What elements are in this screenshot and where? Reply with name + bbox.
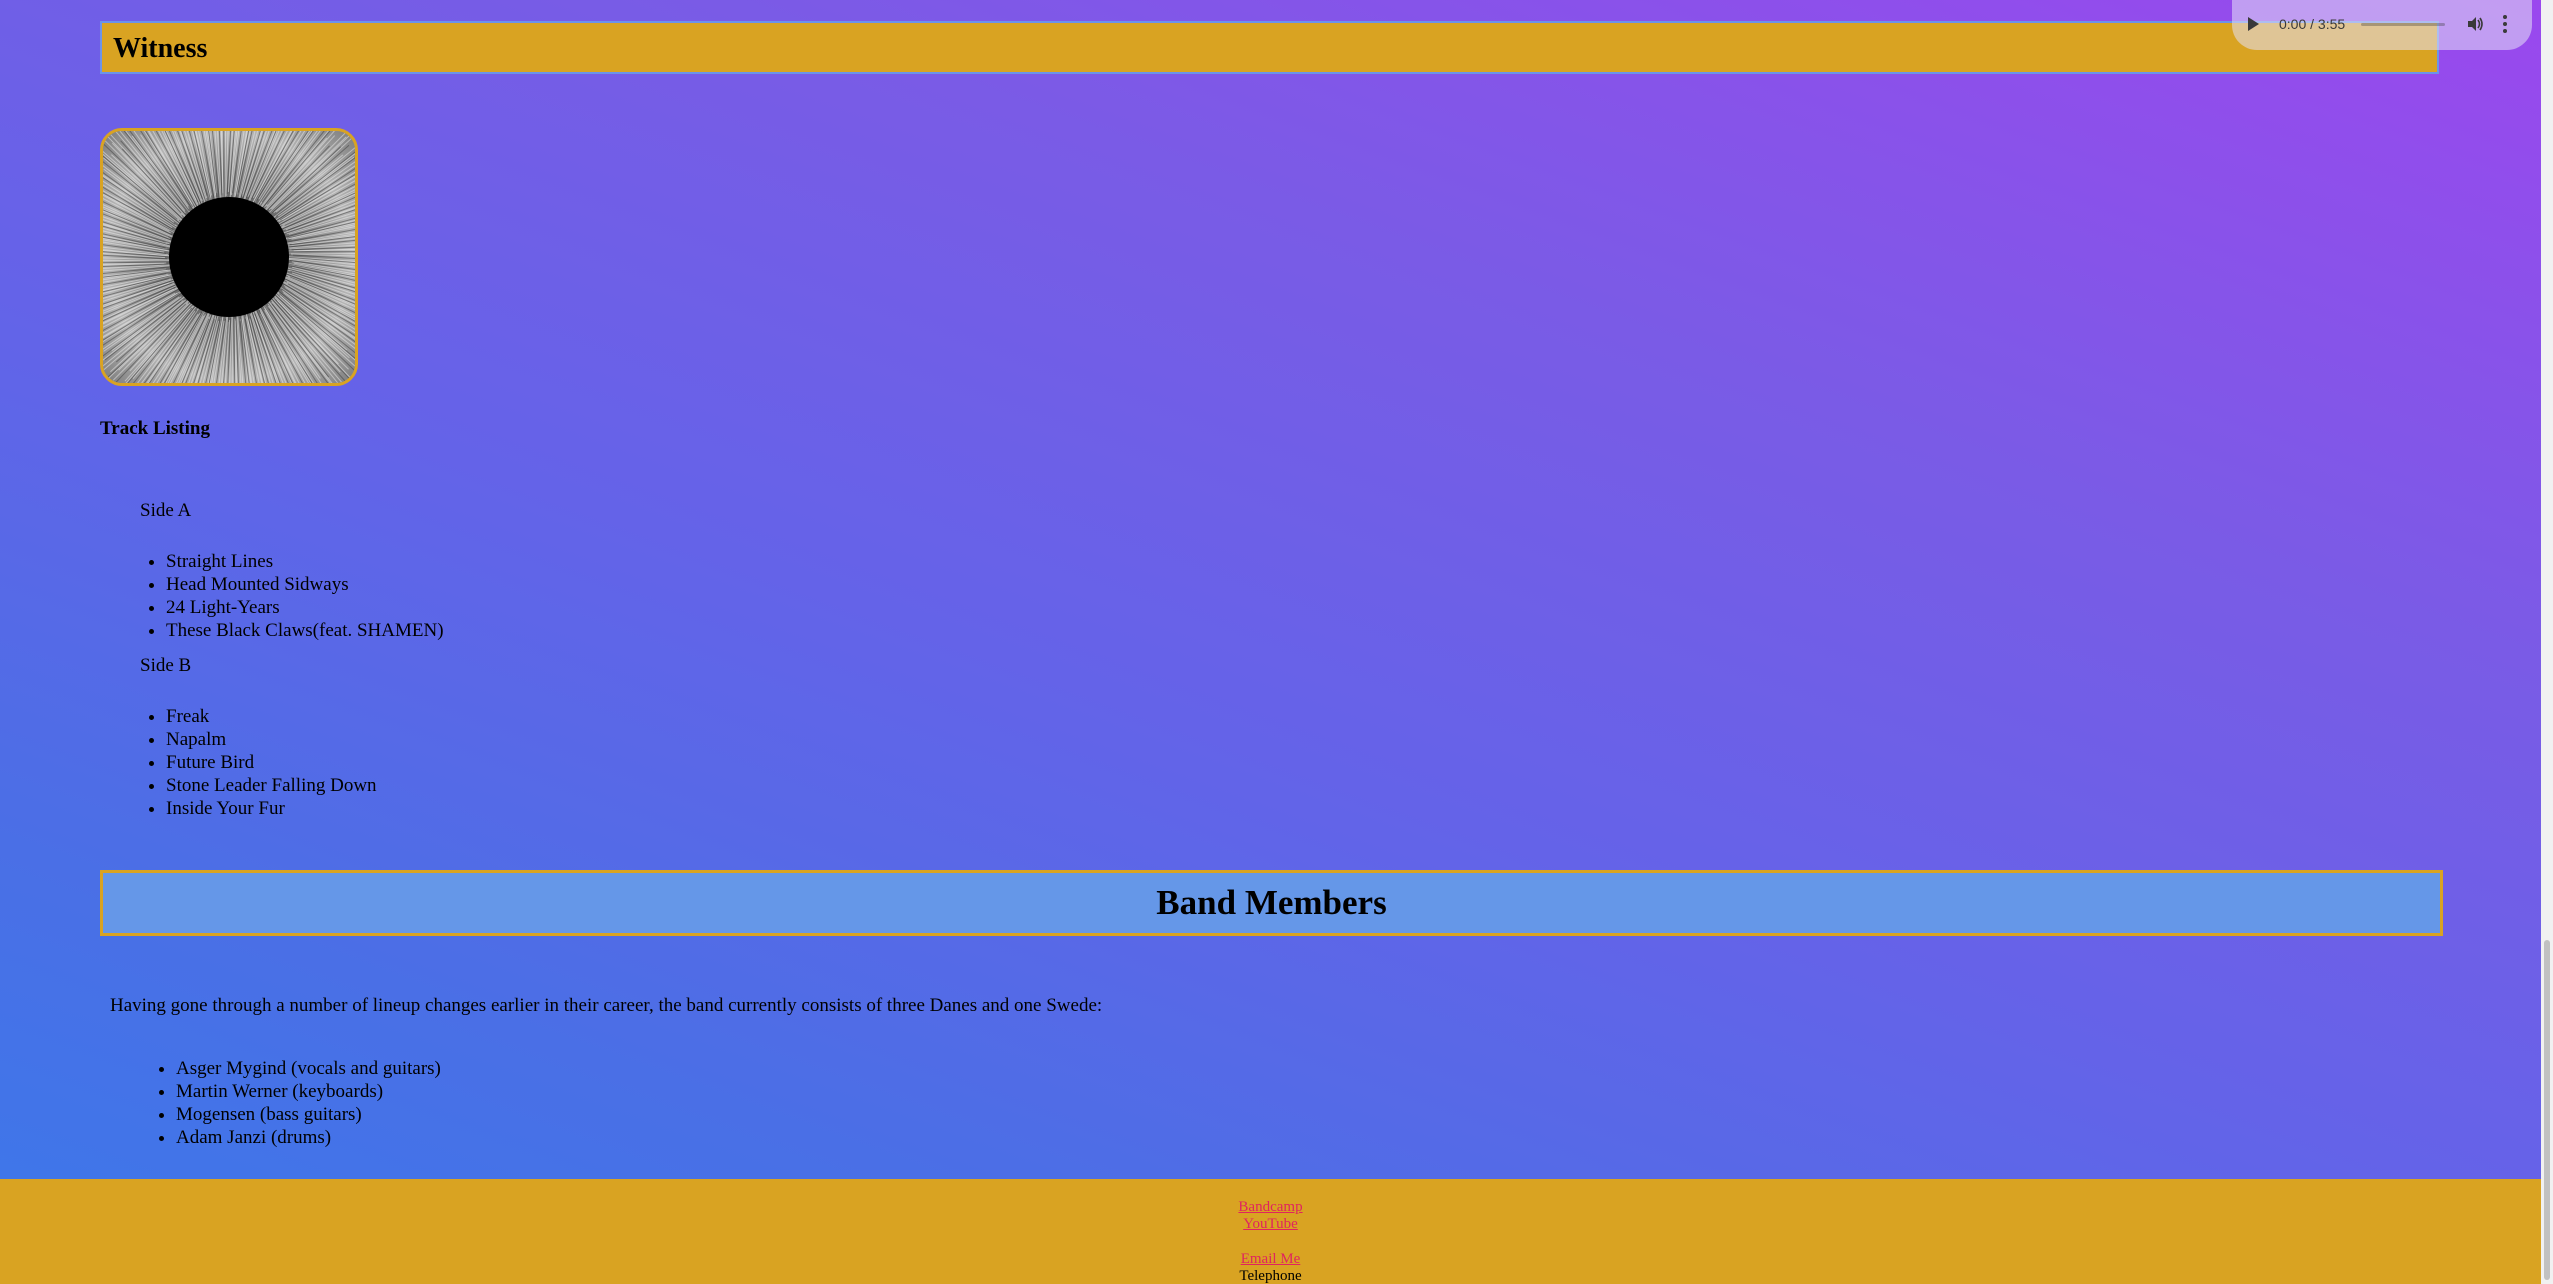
band-member-list: Asger Mygind (vocals and guitars) Martin… <box>150 1057 441 1149</box>
album-title-bar: Witness <box>100 21 2439 74</box>
footer-contact: Email Me Telephone <box>0 1251 2541 1284</box>
side-a-track-list: Straight Lines Head Mounted Sidways 24 L… <box>140 550 444 642</box>
track-item: These Black Claws(feat. SHAMEN) <box>166 619 444 642</box>
scrollbar-thumb[interactable] <box>2544 940 2550 1280</box>
member-item: Adam Janzi (drums) <box>176 1126 441 1149</box>
band-members-heading: Band Members <box>1156 883 1387 922</box>
audio-player: 0:00 / 3:55 <box>2232 0 2532 50</box>
audio-progress-bar[interactable] <box>2361 23 2445 26</box>
footer-links: Bandcamp YouTube <box>0 1179 2541 1233</box>
track-item: Inside Your Fur <box>166 797 377 820</box>
page-background: Witness Track Listing Side A • Straight … <box>0 0 2541 1284</box>
album-cover-image <box>100 128 358 386</box>
track-item: 24 Light-Years <box>166 596 444 619</box>
track-item: Straight Lines <box>166 550 444 573</box>
track-item: Future Bird <box>166 751 377 774</box>
audio-time: 0:00 / 3:55 <box>2279 16 2346 32</box>
track-item: Stone Leader Falling Down <box>166 774 377 797</box>
band-members-title-bar: Band Members <box>100 870 2443 936</box>
footer: Bandcamp YouTube Email Me Telephone <box>0 1179 2541 1284</box>
youtube-link[interactable]: YouTube <box>1243 1216 1298 1232</box>
page-scrollbar[interactable] <box>2541 0 2553 1284</box>
track-item: Freak <box>166 705 377 728</box>
track-item: Napalm <box>166 728 377 751</box>
member-item: Asger Mygind (vocals and guitars) <box>176 1057 441 1080</box>
play-icon[interactable] <box>2248 17 2259 31</box>
member-item: Mogensen (bass guitars) <box>176 1103 441 1126</box>
member-item: Martin Werner (keyboards) <box>176 1080 441 1103</box>
band-intro-text: Having gone through a number of lineup c… <box>110 995 1103 1016</box>
track-listing-heading: Track Listing <box>100 418 210 439</box>
side-b-label: Side B <box>140 655 192 676</box>
track-item: Head Mounted Sidways <box>166 573 444 596</box>
volume-icon[interactable] <box>2466 15 2484 33</box>
bandcamp-link[interactable]: Bandcamp <box>1238 1199 1302 1215</box>
more-options-icon[interactable] <box>2502 13 2508 35</box>
side-b-track-list: Freak Napalm Future Bird Stone Leader Fa… <box>140 705 377 820</box>
album-title: Witness <box>113 33 208 64</box>
email-link[interactable]: Email Me <box>1241 1251 1301 1267</box>
telephone-label: Telephone <box>1239 1268 1302 1284</box>
side-a-label: Side A <box>140 500 192 521</box>
